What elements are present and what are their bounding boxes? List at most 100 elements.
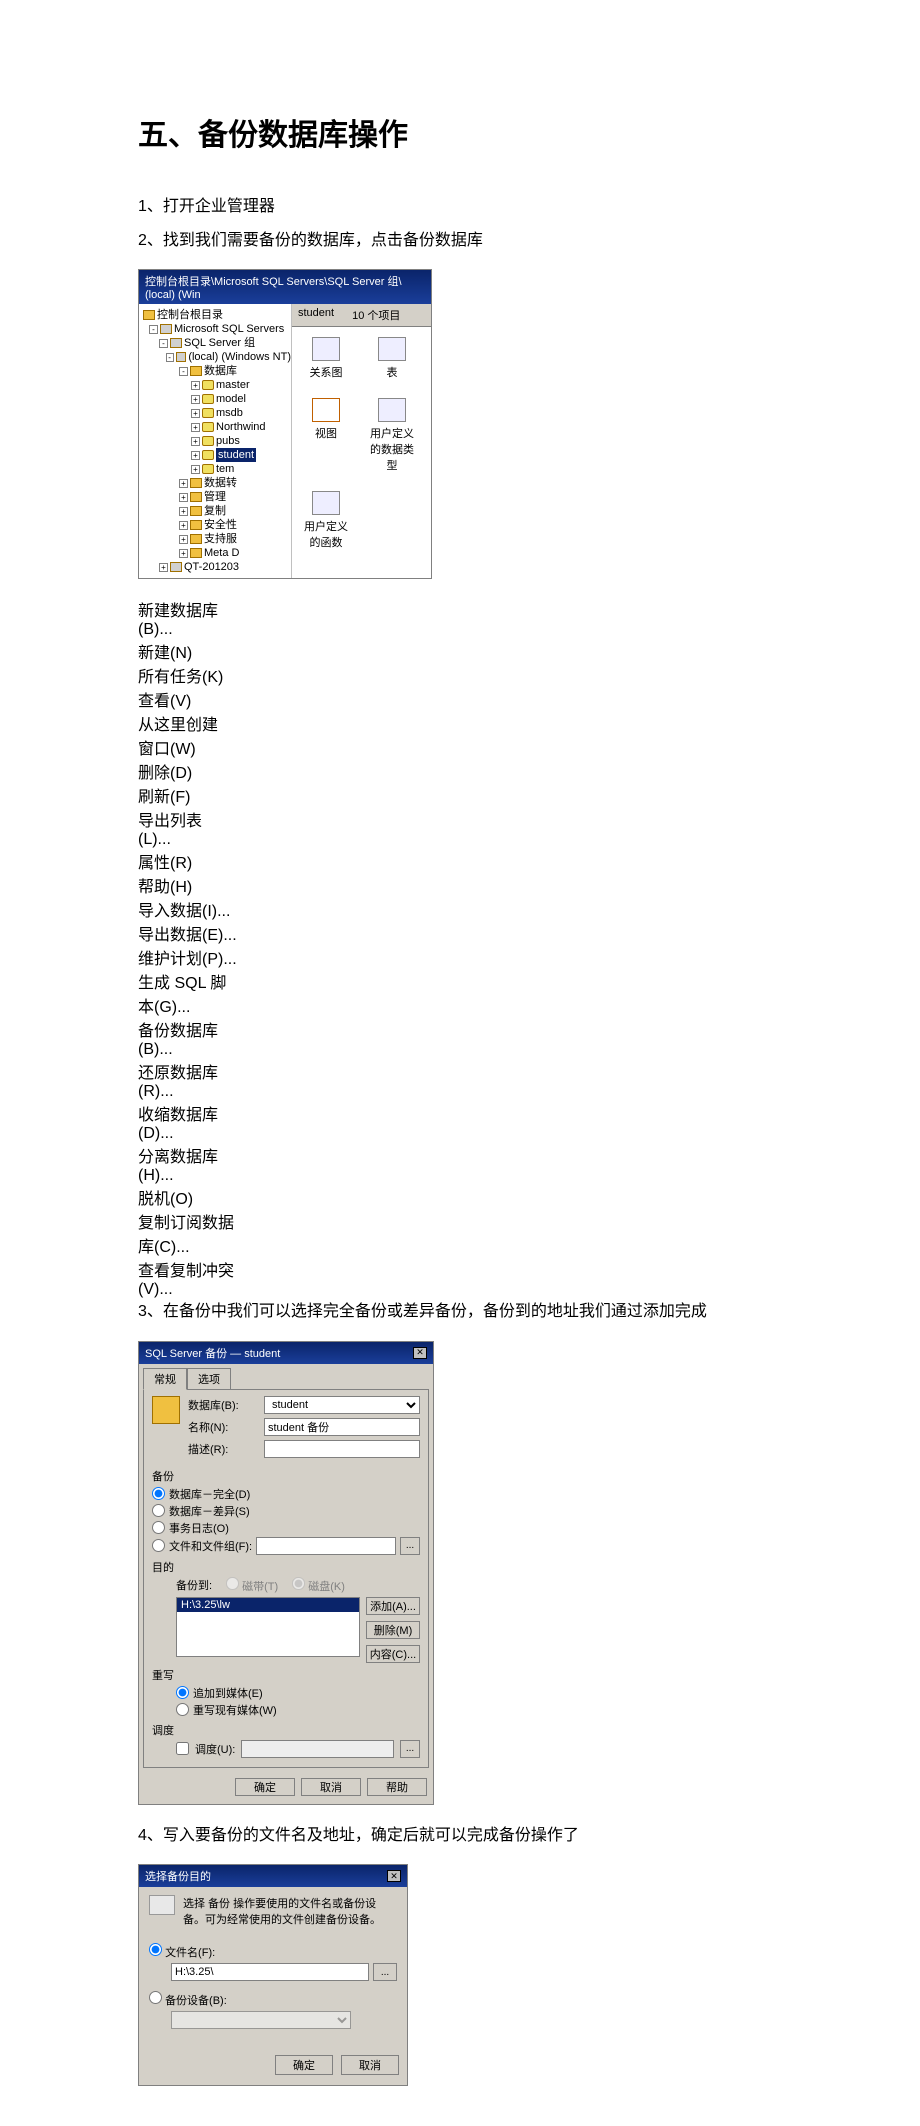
submenu-maintenance-plan[interactable]: 维护计划(P)... [138, 945, 238, 969]
contents-button[interactable]: 内容(C)... [366, 1645, 420, 1663]
add-button[interactable]: 添加(A)... [366, 1597, 420, 1615]
tree-sql-servers[interactable]: Microsoft SQL Servers [174, 322, 284, 336]
submenu-backup-database[interactable]: 备份数据库(B)... [138, 1017, 238, 1059]
menu-new-database[interactable]: 新建数据库(B)... [138, 597, 228, 639]
cancel-button[interactable]: 取消 [301, 1778, 361, 1796]
filegroup-browse-button[interactable]: ... [400, 1537, 420, 1555]
radio-transaction-log[interactable]: 事务日志(O) [152, 1520, 420, 1536]
tab-options[interactable]: 选项 [187, 1368, 231, 1389]
ok-button[interactable]: 确定 [275, 2055, 333, 2075]
tree-folder[interactable]: 数据转 [204, 476, 237, 490]
expand-icon[interactable]: + [179, 535, 188, 544]
tree-folder[interactable]: 安全性 [204, 518, 237, 532]
backup-name-input[interactable] [264, 1418, 420, 1436]
ok-button[interactable]: 确定 [235, 1778, 295, 1796]
expand-icon[interactable]: + [191, 395, 200, 404]
destination-list[interactable]: H:\3.25\lw [176, 1597, 360, 1657]
submenu-copy-subscription-db[interactable]: 复制订阅数据库(C)... [138, 1209, 238, 1257]
hint-text: 选择 备份 操作要使用的文件名或备份设备。可为经常使用的文件创建备份设备。 [183, 1895, 397, 1927]
tree-db[interactable]: Northwind [216, 420, 266, 434]
expand-icon[interactable]: + [191, 451, 200, 460]
help-button[interactable]: 帮助 [367, 1778, 427, 1796]
label-description: 描述(R): [188, 1441, 258, 1457]
menu-delete[interactable]: 删除(D) [138, 759, 228, 783]
tree-local[interactable]: (local) (Windows NT) [188, 350, 291, 364]
submenu-export-data[interactable]: 导出数据(E)... [138, 921, 238, 945]
tree-db[interactable]: tem [216, 462, 234, 476]
tab-general[interactable]: 常规 [143, 1368, 187, 1390]
radio-overwrite[interactable]: 重写现有媒体(W) [176, 1702, 420, 1718]
expand-icon[interactable]: - [149, 325, 158, 334]
menu-new[interactable]: 新建(N) [138, 639, 228, 663]
list-item[interactable]: 表 [368, 337, 416, 380]
menu-refresh[interactable]: 刷新(F) [138, 783, 228, 807]
cancel-button[interactable]: 取消 [341, 2055, 399, 2075]
tree-root[interactable]: 控制台根目录 [157, 308, 223, 322]
tree-folder[interactable]: 支持服 [204, 532, 237, 546]
expand-icon[interactable]: + [191, 465, 200, 474]
filegroup-input[interactable] [256, 1537, 396, 1555]
radio-append[interactable]: 追加到媒体(E) [176, 1685, 420, 1701]
expand-icon[interactable]: - [166, 353, 174, 362]
menu-all-tasks[interactable]: 所有任务(K) [138, 663, 228, 687]
menu-properties[interactable]: 属性(R) [138, 849, 228, 873]
menu-new-window[interactable]: 从这里创建窗口(W) [138, 711, 228, 759]
header-db-name: student [298, 307, 334, 323]
menu-view[interactable]: 查看(V) [138, 687, 228, 711]
expand-icon[interactable]: + [179, 521, 188, 530]
submenu-offline[interactable]: 脱机(O) [138, 1185, 238, 1209]
remove-button[interactable]: 删除(M) [366, 1621, 420, 1639]
expand-icon[interactable]: + [179, 479, 188, 488]
description-input[interactable] [264, 1440, 420, 1458]
expand-icon[interactable]: + [179, 507, 188, 516]
schedule-browse-button[interactable]: ... [400, 1740, 420, 1758]
radio-differential[interactable]: 数据库－差异(S) [152, 1503, 420, 1519]
expand-icon[interactable]: - [159, 339, 168, 348]
browse-button[interactable]: ... [373, 1963, 397, 1981]
expand-icon[interactable]: + [159, 563, 168, 572]
submenu-generate-sql[interactable]: 生成 SQL 脚本(G)... [138, 969, 238, 1017]
tree-server[interactable]: QT-201203 [184, 560, 239, 574]
expand-icon[interactable]: + [191, 437, 200, 446]
list-item[interactable]: 视图 [302, 398, 350, 473]
tree-db[interactable]: msdb [216, 406, 243, 420]
radio-backup-device[interactable]: 备份设备(B): [149, 1995, 227, 2007]
menu-export-list[interactable]: 导出列表(L)... [138, 807, 228, 849]
radio-filegroup[interactable] [152, 1539, 165, 1552]
tree-folder[interactable]: 复制 [204, 504, 226, 518]
tree-db[interactable]: pubs [216, 434, 240, 448]
tree-folder[interactable]: Meta D [204, 546, 239, 560]
list-item[interactable]: 用户定义的函数 [302, 491, 350, 550]
expand-icon[interactable]: - [179, 367, 188, 376]
submenu-restore-database[interactable]: 还原数据库(R)... [138, 1059, 238, 1101]
tree-databases-folder[interactable]: 数据库 [204, 364, 237, 378]
backup-dialog: SQL Server 备份 — student ✕ 常规 选项 数据库(B): … [138, 1341, 434, 1805]
tree-db-selected[interactable]: student [216, 448, 256, 462]
submenu-view-replication-conflicts[interactable]: 查看复制冲突(V)... [138, 1257, 238, 1299]
label-backup-to: 备份到: [176, 1577, 212, 1593]
expand-icon[interactable]: + [191, 423, 200, 432]
menu-help[interactable]: 帮助(H) [138, 873, 228, 897]
database-select[interactable]: student [264, 1396, 420, 1414]
list-item[interactable]: 关系图 [302, 337, 350, 380]
submenu-shrink-database[interactable]: 收缩数据库(D)... [138, 1101, 238, 1143]
step-1: 1、打开企业管理器 [138, 194, 790, 220]
schedule-checkbox[interactable] [176, 1742, 189, 1755]
tree-server-group[interactable]: SQL Server 组 [184, 336, 255, 350]
expand-icon[interactable]: + [179, 493, 188, 502]
tree-db[interactable]: model [216, 392, 246, 406]
close-icon[interactable]: ✕ [413, 1347, 427, 1359]
tree-folder[interactable]: 管理 [204, 490, 226, 504]
list-item[interactable]: 用户定义的数据类型 [368, 398, 416, 473]
expand-icon[interactable]: + [179, 549, 188, 558]
close-icon[interactable]: ✕ [387, 1870, 401, 1882]
filename-input[interactable] [171, 1963, 369, 1981]
expand-icon[interactable]: + [191, 381, 200, 390]
submenu-detach-database[interactable]: 分离数据库(H)... [138, 1143, 238, 1185]
expand-icon[interactable]: + [191, 409, 200, 418]
destination-item[interactable]: H:\3.25\lw [177, 1598, 359, 1612]
submenu-import-data[interactable]: 导入数据(I)... [138, 897, 238, 921]
radio-full[interactable]: 数据库－完全(D) [152, 1486, 420, 1502]
radio-filename[interactable]: 文件名(F): [149, 1947, 215, 1959]
tree-db[interactable]: master [216, 378, 250, 392]
